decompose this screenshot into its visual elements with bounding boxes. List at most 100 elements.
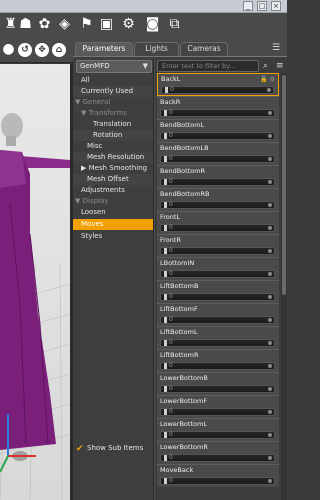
slider-knob[interactable] xyxy=(164,478,167,484)
slider-knob[interactable] xyxy=(164,248,167,254)
scrollbar-thumb[interactable] xyxy=(282,75,286,295)
slider-value: 0 xyxy=(170,86,174,93)
slider-knob[interactable] xyxy=(164,110,167,116)
slider-track[interactable]: 0 xyxy=(160,155,275,163)
minimize-button[interactable]: _ xyxy=(243,1,253,11)
slider-knob[interactable] xyxy=(164,432,167,438)
slider-knob[interactable] xyxy=(165,87,168,93)
category-adjustments[interactable]: Adjustments xyxy=(73,185,153,196)
slider-track[interactable]: 0 xyxy=(160,293,275,301)
options-icon[interactable]: ≡ xyxy=(276,60,284,72)
category-loosen[interactable]: Loosen xyxy=(73,207,153,218)
slider-track[interactable]: 0 xyxy=(160,132,275,140)
slider-track[interactable]: 0 xyxy=(160,339,275,347)
category-mesh-resolution[interactable]: Mesh Resolution xyxy=(73,152,153,163)
property-slider[interactable]: BackL 🔓 ⚙ 0 xyxy=(157,73,279,96)
close-button[interactable]: × xyxy=(271,1,281,11)
pane-menu-icon[interactable]: ☰ xyxy=(272,43,280,53)
category-moves[interactable]: Moves xyxy=(73,219,153,230)
property-slider[interactable]: LiftBottomB 0 xyxy=(157,280,279,303)
property-slider[interactable]: BackR 0 xyxy=(157,96,279,119)
slider-track[interactable]: 0 xyxy=(160,477,275,485)
shirt-icon[interactable]: ◈ xyxy=(56,16,73,33)
lock-gear-icon[interactable]: 🔓 ⚙ xyxy=(260,75,275,84)
slider-track[interactable]: 0 xyxy=(160,316,275,324)
filter-input[interactable]: Enter text to filter by... xyxy=(157,60,259,72)
category-mesh-smoothing[interactable]: ▶ Mesh Smoothing xyxy=(73,163,153,174)
figure-dropdown[interactable]: GenMFD ▼ xyxy=(76,60,152,73)
render-icon[interactable]: ⧉ xyxy=(166,16,183,33)
maximize-button[interactable]: □ xyxy=(257,1,267,11)
category-translation[interactable]: Translation xyxy=(73,119,153,130)
slider-knob[interactable] xyxy=(164,179,167,185)
property-slider[interactable]: LowerBottomF 0 xyxy=(157,395,279,418)
category-mesh-offset[interactable]: Mesh Offset xyxy=(73,174,153,185)
slider-track[interactable]: 0 xyxy=(160,109,275,117)
slider-knob[interactable] xyxy=(164,363,167,369)
property-slider[interactable]: LiftBottomR 0 xyxy=(157,349,279,372)
slider-track[interactable]: 0 xyxy=(160,408,275,416)
settings-icon[interactable]: ⚙ xyxy=(120,16,137,33)
camera-icon[interactable]: ◙ xyxy=(144,16,161,33)
rotate-icon[interactable]: ↺ xyxy=(18,43,32,57)
slider-knob[interactable] xyxy=(164,455,167,461)
slider-track[interactable]: 0 xyxy=(160,178,275,186)
category-currently-used[interactable]: Currently Used xyxy=(73,86,153,97)
slider-track[interactable]: 0 xyxy=(161,86,274,94)
slider-knob[interactable] xyxy=(164,271,167,277)
hair-icon[interactable]: ✿ xyxy=(36,16,53,33)
property-slider[interactable]: BendBottomL 0 xyxy=(157,119,279,142)
property-slider[interactable]: LowerBottomB 0 xyxy=(157,372,279,395)
slider-knob[interactable] xyxy=(164,156,167,162)
show-sub-items-checkbox[interactable]: ✔ Show Sub Items xyxy=(76,442,154,454)
category-styles[interactable]: Styles xyxy=(73,231,153,242)
move-icon[interactable]: ✥ xyxy=(35,43,49,57)
tool-icon[interactable]: ⚑ xyxy=(78,16,95,33)
slider-knob[interactable] xyxy=(164,202,167,208)
slider-knob[interactable] xyxy=(164,386,167,392)
property-slider[interactable]: FrontL 0 xyxy=(157,211,279,234)
property-slider[interactable]: FrontR 0 xyxy=(157,234,279,257)
property-slider[interactable]: MoveBack 0 xyxy=(157,464,279,487)
category-rotation[interactable]: Rotation xyxy=(73,130,153,141)
search-icon[interactable]: ⌕ xyxy=(263,60,268,72)
tab-lights[interactable]: Lights xyxy=(134,42,179,56)
slider-end-icon xyxy=(268,387,272,391)
property-slider[interactable]: LBottomIN 0 xyxy=(157,257,279,280)
property-slider[interactable]: BendBottomR 0 xyxy=(157,165,279,188)
category-all[interactable]: All xyxy=(73,75,153,86)
slider-knob[interactable] xyxy=(164,409,167,415)
slider-track[interactable]: 0 xyxy=(160,224,275,232)
slider-track[interactable]: 0 xyxy=(160,385,275,393)
slider-track[interactable]: 0 xyxy=(160,270,275,278)
nav-icon[interactable]: ● xyxy=(0,41,17,58)
tab-parameters[interactable]: Parameters xyxy=(75,42,133,56)
slider-track[interactable]: 0 xyxy=(160,431,275,439)
slider-knob[interactable] xyxy=(164,133,167,139)
slider-knob[interactable] xyxy=(164,294,167,300)
tab-cameras[interactable]: Cameras xyxy=(180,42,228,56)
slider-knob[interactable] xyxy=(164,340,167,346)
property-slider[interactable]: LowerBottomR 0 xyxy=(157,441,279,464)
slider-end-icon xyxy=(268,364,272,368)
people-icon[interactable]: ☗ xyxy=(17,16,34,33)
slider-track[interactable]: 0 xyxy=(160,201,275,209)
property-slider[interactable]: BendBottomLB 0 xyxy=(157,142,279,165)
category-display[interactable]: ▼ Display xyxy=(73,196,153,207)
property-slider[interactable]: BendBottomRB 0 xyxy=(157,188,279,211)
photo-icon[interactable]: ▣ xyxy=(98,16,115,33)
slider-knob[interactable] xyxy=(164,225,167,231)
3d-viewport[interactable] xyxy=(0,64,70,500)
home-icon[interactable]: ⌂ xyxy=(52,43,66,57)
slider-track[interactable]: 0 xyxy=(160,362,275,370)
property-slider[interactable]: LiftBottomF 0 xyxy=(157,303,279,326)
property-slider[interactable]: LiftBottomL 0 xyxy=(157,326,279,349)
category-general[interactable]: ▼ General xyxy=(73,97,153,108)
property-slider[interactable]: LowerBottomL 0 xyxy=(157,418,279,441)
slider-track[interactable]: 0 xyxy=(160,247,275,255)
category-misc[interactable]: Misc xyxy=(73,141,153,152)
category-transforms[interactable]: ▼ Transforms xyxy=(73,108,153,119)
slider-track[interactable]: 0 xyxy=(160,454,275,462)
slider-knob[interactable] xyxy=(164,317,167,323)
property-scrollbar[interactable] xyxy=(281,73,287,500)
